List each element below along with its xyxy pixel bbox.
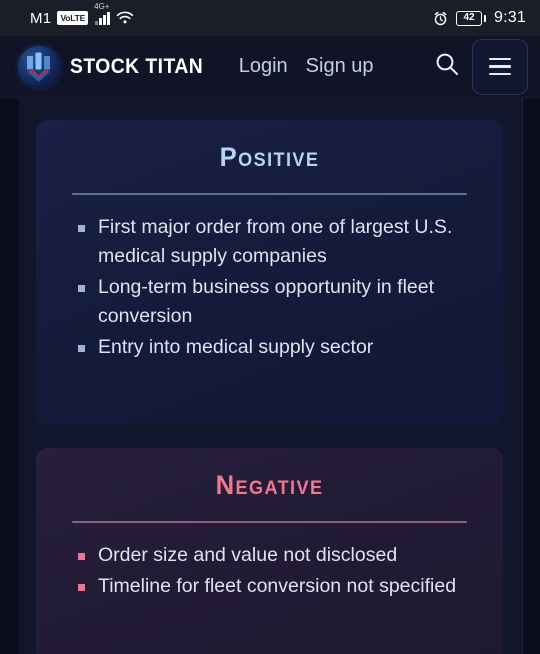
header-nav: Login Sign up bbox=[239, 55, 374, 78]
hamburger-menu-icon bbox=[489, 57, 511, 76]
page-body: Positive First major order from one of l… bbox=[0, 98, 540, 654]
site-header: STOCK TITAN Login Sign up bbox=[0, 36, 540, 98]
stock-titan-logo-icon bbox=[18, 45, 60, 88]
search-button[interactable] bbox=[430, 50, 464, 84]
negative-card-title: Negative bbox=[215, 470, 324, 500]
battery-level-label: 42 bbox=[456, 10, 483, 26]
signal-bars-icon: 4G+ bbox=[94, 2, 110, 25]
positive-card: Positive First major order from one of l… bbox=[36, 120, 503, 424]
brand-name-label: STOCK TITAN bbox=[70, 54, 204, 78]
positive-bullet-list: First major order from one of largest U.… bbox=[76, 213, 473, 362]
mobile-screen: M1 VoLTE 4G+ 42 9:31 STOCK TITAN Login S… bbox=[0, 0, 540, 654]
login-link[interactable]: Login bbox=[239, 55, 288, 78]
positive-card-divider bbox=[72, 193, 467, 195]
wifi-icon bbox=[116, 11, 134, 25]
menu-button[interactable] bbox=[472, 38, 528, 95]
carrier-label: M1 bbox=[30, 9, 52, 27]
status-bar-right: 42 9:31 bbox=[433, 9, 526, 27]
list-item: Long-term business opportunity in fleet … bbox=[76, 273, 473, 331]
status-bar: M1 VoLTE 4G+ 42 9:31 bbox=[0, 0, 540, 36]
negative-bullet-list: Order size and value not disclosed Timel… bbox=[76, 541, 473, 601]
content-column: Positive First major order from one of l… bbox=[19, 98, 523, 654]
list-item: Entry into medical supply sector bbox=[76, 333, 473, 362]
status-bar-left: M1 VoLTE 4G+ bbox=[30, 2, 134, 27]
list-item: Order size and value not disclosed bbox=[76, 541, 473, 570]
battery-cap bbox=[483, 14, 487, 22]
negative-card: Negative Order size and value not disclo… bbox=[36, 448, 503, 654]
positive-card-title: Positive bbox=[219, 142, 320, 172]
list-item: Timeline for fleet conversion not specif… bbox=[76, 572, 473, 601]
negative-card-divider bbox=[72, 521, 467, 523]
signal-bars-glyph bbox=[95, 11, 110, 25]
battery-indicator: 42 bbox=[456, 10, 487, 26]
search-icon bbox=[434, 51, 460, 82]
alarm-clock-icon bbox=[433, 11, 448, 26]
brand-logo-link[interactable]: STOCK TITAN bbox=[18, 45, 215, 88]
volte-badge: VoLTE bbox=[57, 10, 89, 26]
list-item: First major order from one of largest U.… bbox=[76, 213, 473, 271]
clock-time: 9:31 bbox=[494, 9, 526, 26]
signup-link[interactable]: Sign up bbox=[306, 55, 374, 78]
header-actions bbox=[430, 38, 528, 95]
network-type-label: 4G+ bbox=[94, 1, 110, 11]
